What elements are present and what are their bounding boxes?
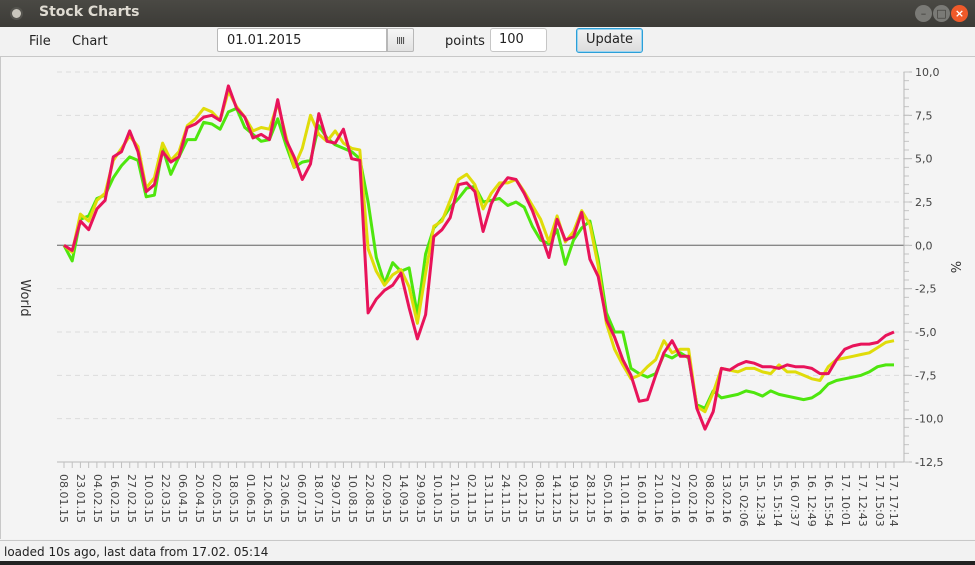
x-tick-label: 17. 12:43 (856, 474, 869, 527)
x-tick-label: 02.12.15 (516, 474, 529, 523)
y-tick-label: 10,0 (915, 66, 940, 79)
x-tick-label: 13.02.16 (720, 474, 733, 523)
status-text: loaded 10s ago, last data from 17.02. 05… (4, 545, 269, 559)
x-tick-label: 13.11.15 (482, 474, 495, 523)
x-tick-label: 11.01.16 (618, 474, 631, 523)
x-tick-label: 02.11.15 (465, 474, 478, 523)
x-tick-label: 01.06.15 (244, 474, 257, 523)
update-button[interactable]: Update (576, 28, 643, 53)
calendar-icon (397, 37, 405, 44)
y2-axis-label: % (947, 261, 962, 273)
y-axis-label: World (17, 279, 32, 316)
x-tick-label: 21.10.15 (448, 474, 461, 523)
menu-file[interactable]: File (29, 34, 51, 49)
line-chart: 10,0 7,5 5,0 2,5 0,0 -2,5 -5,0 -7,5 -10,0 -12,5 0… (17, 66, 962, 527)
y-tick-label: -5,0 (915, 326, 936, 339)
y-tick-label: 0,0 (915, 239, 933, 252)
x-tick-label: 14.12.15 (550, 474, 563, 523)
start-date-input[interactable]: 01.01.2015 (217, 28, 387, 52)
points-input[interactable]: 100 (490, 28, 547, 52)
x-tick-label: 08.02.16 (703, 474, 716, 523)
y-tick-label: -2,5 (915, 283, 936, 296)
x-tick-label: 05.01.16 (601, 474, 614, 523)
y-axis: 10,0 7,5 5,0 2,5 0,0 -2,5 -5,0 -7,5 -10,0 -12,5 (903, 66, 943, 469)
y-tick-label: -12,5 (915, 456, 943, 469)
x-tick-label: 27.01.16 (669, 474, 682, 523)
x-tick-label: 02.02.16 (686, 474, 699, 523)
x-tick-label: 15. 02:06 (737, 474, 750, 527)
x-tick-label: 15. 12:34 (754, 474, 767, 527)
title-bar: Stock Charts – □ × (0, 0, 975, 27)
date-picker-button[interactable] (387, 28, 414, 52)
x-tick-label: 04.02.15 (91, 474, 104, 523)
y-tick-label: -7,5 (915, 369, 936, 382)
x-tick-label: 16. 12:49 (805, 474, 818, 527)
x-tick-label: 16.01.16 (635, 474, 648, 523)
x-tick-label: 27.02.15 (125, 474, 138, 523)
x-tick-label: 10.08.15 (346, 474, 359, 523)
x-tick-label: 10.10.15 (431, 474, 444, 523)
y-tick-label: 7,5 (915, 109, 933, 122)
minimize-button[interactable]: – (915, 5, 932, 22)
x-tick-label: 17. 17:14 (887, 474, 900, 527)
y-tick-label: 2,5 (915, 196, 933, 209)
x-tick-label: 17. 15:03 (873, 474, 886, 527)
x-tick-label: 22.03.15 (159, 474, 172, 523)
y-tick-label: -10,0 (915, 413, 943, 426)
x-tick-label: 12.06.15 (261, 474, 274, 523)
x-tick-label: 02.09.15 (380, 474, 393, 523)
x-tick-label: 15. 15:14 (771, 474, 784, 527)
x-tick-label: 29.09.15 (414, 474, 427, 523)
x-tick-label: 24.11.15 (499, 474, 512, 523)
x-tick-label: 16. 07:37 (788, 474, 801, 527)
x-tick-label: 16. 15:54 (822, 474, 835, 527)
x-tick-label: 19.12.15 (567, 474, 580, 523)
series-line-green (62, 106, 894, 410)
x-tick-label: 08.01.15 (57, 474, 70, 523)
x-tick-label: 28.12.15 (584, 474, 597, 523)
points-label: points (445, 34, 485, 49)
series-line-red (63, 84, 895, 431)
chart-area: 10,0 7,5 5,0 2,5 0,0 -2,5 -5,0 -7,5 -10,0 -12,5 0… (0, 57, 975, 539)
window-title: Stock Charts (39, 4, 140, 20)
app-icon (12, 9, 21, 18)
x-tick-label: 29.07.15 (329, 474, 342, 523)
window-border (0, 561, 975, 565)
maximize-button[interactable]: □ (933, 5, 950, 22)
x-tick-label: 14.09.15 (397, 474, 410, 523)
x-tick-label: 10.03.15 (142, 474, 155, 523)
x-tick-label: 23.06.15 (278, 474, 291, 523)
x-axis: 08.01.15 23.01.15 04.02.15 16.02.15 27.02.15… (57, 461, 904, 527)
x-tick-label: 16.02.15 (108, 474, 121, 523)
series-group (62, 84, 895, 431)
x-tick-label: 17. 10:01 (839, 474, 852, 527)
x-tick-label: 18.05.15 (227, 474, 240, 523)
close-button[interactable]: × (951, 5, 968, 22)
y-tick-label: 5,0 (915, 153, 933, 166)
x-tick-label: 23.01.15 (74, 474, 87, 523)
x-tick-label: 06.07.15 (295, 474, 308, 523)
x-tick-label: 22.08.15 (363, 474, 376, 523)
x-tick-label: 08.12.15 (533, 474, 546, 523)
toolbar: File Chart 01.01.2015 points 100 Update (0, 27, 975, 57)
menu-chart[interactable]: Chart (72, 34, 108, 49)
x-tick-label: 18.07.15 (312, 474, 325, 523)
x-tick-label: 21.01.16 (652, 474, 665, 523)
x-tick-label: 20.04.15 (193, 474, 206, 523)
x-tick-label: 06.04.15 (176, 474, 189, 523)
x-tick-label: 02.05.15 (210, 474, 223, 523)
